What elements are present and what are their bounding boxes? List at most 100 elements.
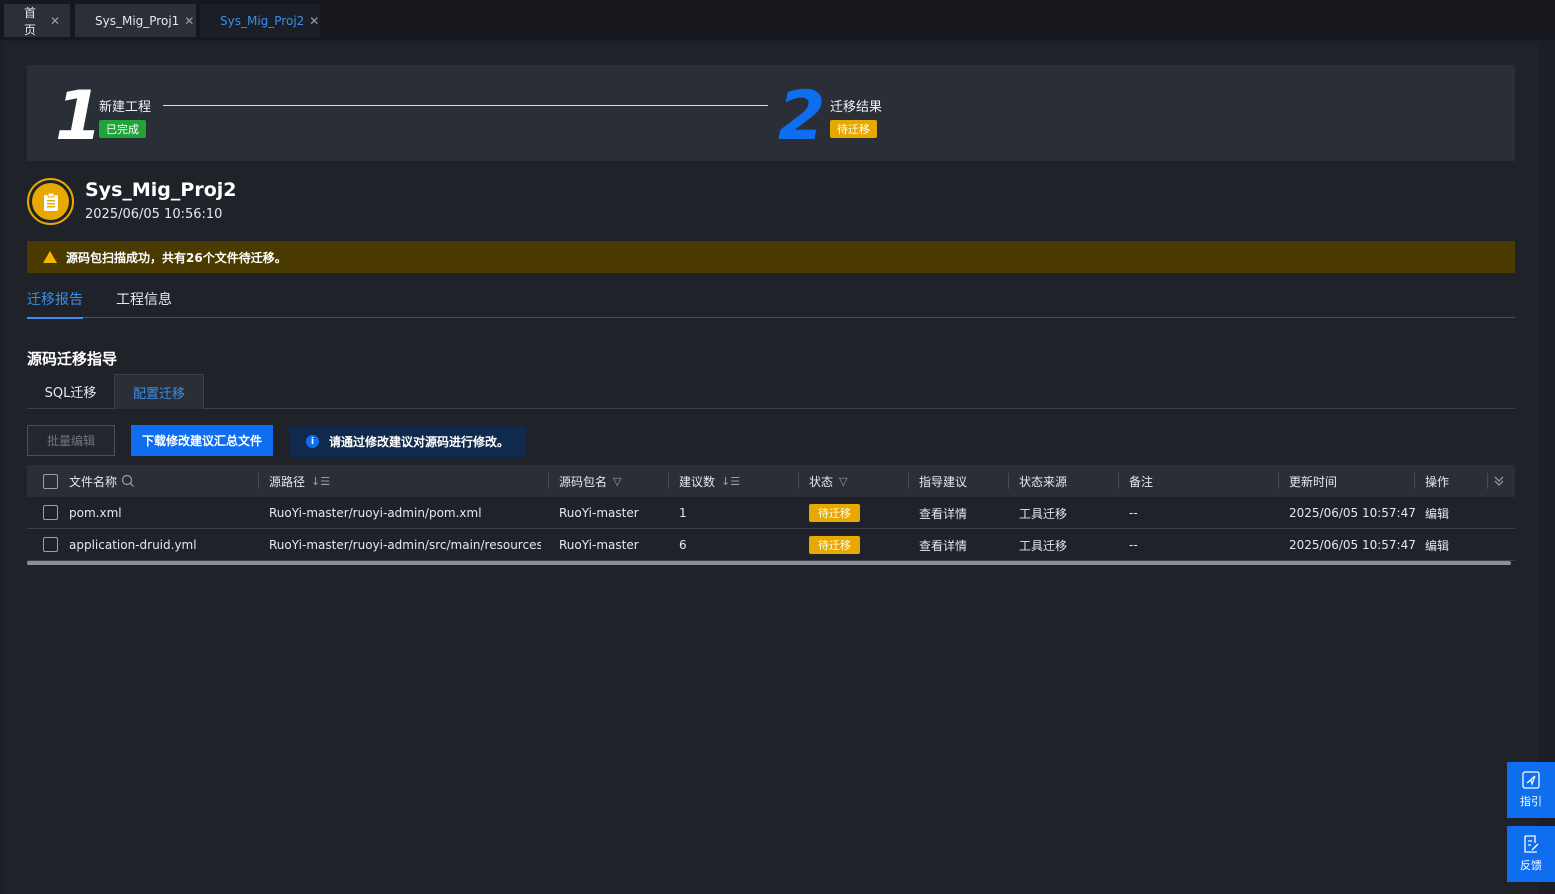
column-label: 建议数 bbox=[679, 474, 716, 489]
chevron-double-down-icon bbox=[1494, 476, 1504, 486]
report-tabs: 迁移报告 工程信息 bbox=[27, 286, 1515, 319]
view-details-link[interactable]: 查看详情 bbox=[919, 497, 967, 529]
download-suggestions-button[interactable]: 下载修改建议汇总文件 bbox=[131, 425, 273, 456]
cell-status-source: 工具迁移 bbox=[1019, 538, 1068, 553]
step-2-title: 迁移结果 bbox=[830, 100, 883, 115]
filter-icon[interactable]: ▽ bbox=[839, 475, 847, 488]
status-badge: 待迁移 bbox=[809, 536, 860, 554]
column-divider bbox=[908, 473, 909, 489]
tab-home[interactable]: 首页 ✕ bbox=[4, 4, 70, 37]
tab-config-migration[interactable]: 配置迁移 bbox=[114, 374, 204, 409]
column-divider bbox=[1414, 473, 1415, 489]
tab-migration-report[interactable]: 迁移报告 bbox=[27, 289, 83, 319]
cell-updated-time: 2025/06/05 10:57:47 bbox=[1289, 506, 1416, 520]
column-header-status: 状态 ▽ bbox=[809, 465, 847, 497]
cell-remark: -- bbox=[1129, 538, 1138, 552]
close-icon[interactable]: ✕ bbox=[50, 14, 60, 28]
column-header-guidance: 指导建议 bbox=[919, 474, 968, 489]
column-header-status-source: 状态来源 bbox=[1019, 474, 1068, 489]
column-divider bbox=[548, 473, 549, 489]
row-checkbox[interactable] bbox=[43, 505, 58, 520]
edit-link[interactable]: 编辑 bbox=[1425, 529, 1449, 561]
feedback-label: 反馈 bbox=[1520, 859, 1542, 872]
close-icon[interactable]: ✕ bbox=[309, 14, 319, 28]
step-1-status-badge: 已完成 bbox=[99, 120, 146, 138]
cell-file-name: pom.xml bbox=[69, 506, 122, 520]
column-header-updated-time: 更新时间 bbox=[1289, 474, 1338, 489]
clipboard-icon bbox=[43, 192, 58, 211]
cell-file-name: application-druid.yml bbox=[69, 538, 197, 552]
cell-package: RuoYi-master bbox=[559, 506, 639, 520]
column-header-package: 源码包名 ▽ bbox=[559, 465, 621, 497]
feedback-button[interactable]: 反馈 bbox=[1507, 826, 1555, 882]
section-title: 源码迁移指导 bbox=[27, 350, 118, 368]
column-divider bbox=[258, 473, 259, 489]
cell-source-path: RuoYi-master/ruoyi-admin/pom.xml bbox=[269, 506, 482, 520]
tab-label: Sys_Mig_Proj2 bbox=[220, 13, 305, 28]
cell-status: 待迁移 bbox=[809, 529, 860, 561]
guide-label: 指引 bbox=[1520, 795, 1542, 808]
scan-result-alert: 源码包扫描成功，共有26个文件待迁移。 bbox=[27, 241, 1515, 273]
column-settings-icon[interactable] bbox=[1493, 465, 1505, 497]
feedback-icon bbox=[1524, 835, 1539, 853]
horizontal-scrollbar[interactable] bbox=[27, 561, 1511, 565]
warning-icon bbox=[43, 251, 57, 263]
tab-bar: 首页 ✕ Sys_Mig_Proj1 ✕ Sys_Mig_Proj2 ✕ bbox=[0, 0, 1555, 40]
column-divider bbox=[1487, 473, 1488, 489]
cell-updated-time: 2025/06/05 10:57:47 bbox=[1289, 538, 1416, 552]
tab-sys-mig-proj1[interactable]: Sys_Mig_Proj1 ✕ bbox=[75, 4, 196, 37]
column-label: 文件名称 bbox=[69, 474, 118, 489]
cell-status: 待迁移 bbox=[809, 497, 860, 529]
info-icon: i bbox=[306, 435, 319, 448]
table-header: 文件名称 源路径 ↓☰ 源码包名 ▽ 建议数 ↓☰ 状态 ▽ 指导建议 状态来源 备注 … bbox=[27, 465, 1515, 497]
filter-icon[interactable]: ▽ bbox=[613, 475, 621, 488]
search-icon[interactable] bbox=[121, 474, 135, 488]
column-header-file-name: 文件名称 bbox=[69, 465, 135, 497]
tab-sys-mig-proj2[interactable]: Sys_Mig_Proj2 ✕ bbox=[200, 4, 320, 37]
cell-remark: -- bbox=[1129, 506, 1138, 520]
close-icon[interactable]: ✕ bbox=[184, 14, 194, 28]
sort-icon[interactable]: ↓☰ bbox=[721, 475, 740, 488]
column-label: 源路径 bbox=[269, 474, 306, 489]
cell-suggestion-count: 6 bbox=[679, 538, 687, 552]
cell-package: RuoYi-master bbox=[559, 538, 639, 552]
batch-edit-button[interactable]: 批量编辑 bbox=[27, 425, 115, 456]
tab-label: 首页 bbox=[24, 5, 37, 37]
migration-steps: 1 新建工程 已完成 2 迁移结果 待迁移 bbox=[27, 65, 1515, 161]
navigation-icon bbox=[1522, 771, 1540, 789]
column-divider bbox=[1008, 473, 1009, 489]
file-table: 文件名称 源路径 ↓☰ 源码包名 ▽ 建议数 ↓☰ 状态 ▽ 指导建议 状态来源 备注 … bbox=[27, 465, 1515, 565]
column-header-source-path: 源路径 ↓☰ bbox=[269, 465, 330, 497]
tab-label: Sys_Mig_Proj1 bbox=[95, 13, 180, 28]
step-2-status-badge: 待迁移 bbox=[830, 120, 877, 138]
select-all-checkbox[interactable] bbox=[43, 474, 58, 489]
project-name: Sys_Mig_Proj2 bbox=[85, 179, 237, 201]
column-divider bbox=[1278, 473, 1279, 489]
column-header-suggestion-count: 建议数 ↓☰ bbox=[679, 465, 740, 497]
guide-button[interactable]: 指引 bbox=[1507, 762, 1555, 818]
column-header-remark: 备注 bbox=[1129, 474, 1154, 489]
row-checkbox[interactable] bbox=[43, 537, 58, 552]
project-avatar bbox=[27, 178, 74, 225]
cell-status-source: 工具迁移 bbox=[1019, 506, 1068, 521]
cell-suggestion-count: 1 bbox=[679, 506, 687, 520]
view-details-link[interactable]: 查看详情 bbox=[919, 529, 967, 561]
table-row: pom.xml RuoYi-master/ruoyi-admin/pom.xml… bbox=[27, 497, 1515, 529]
step-2-number: 2 bbox=[778, 77, 826, 156]
cell-source-path: RuoYi-master/ruoyi-admin/src/main/resour… bbox=[269, 538, 541, 552]
edit-link[interactable]: 编辑 bbox=[1425, 497, 1449, 529]
hint-text: 请通过修改建议对源码进行修改。 bbox=[329, 435, 510, 449]
column-label: 源码包名 bbox=[559, 474, 608, 489]
alert-text: 源码包扫描成功，共有26个文件待迁移。 bbox=[66, 250, 287, 265]
step-1-number: 1 bbox=[55, 77, 103, 156]
column-divider bbox=[1118, 473, 1119, 489]
hint-message: i 请通过修改建议对源码进行修改。 bbox=[289, 426, 525, 457]
column-divider bbox=[798, 473, 799, 489]
column-header-actions: 操作 bbox=[1425, 474, 1450, 489]
table-row: application-druid.yml RuoYi-master/ruoyi… bbox=[27, 529, 1515, 561]
status-badge: 待迁移 bbox=[809, 504, 860, 522]
sort-icon[interactable]: ↓☰ bbox=[311, 475, 330, 488]
column-label: 状态 bbox=[809, 474, 834, 489]
tab-sql-migration[interactable]: SQL迁移 bbox=[27, 374, 114, 409]
tab-project-info[interactable]: 工程信息 bbox=[116, 289, 172, 317]
